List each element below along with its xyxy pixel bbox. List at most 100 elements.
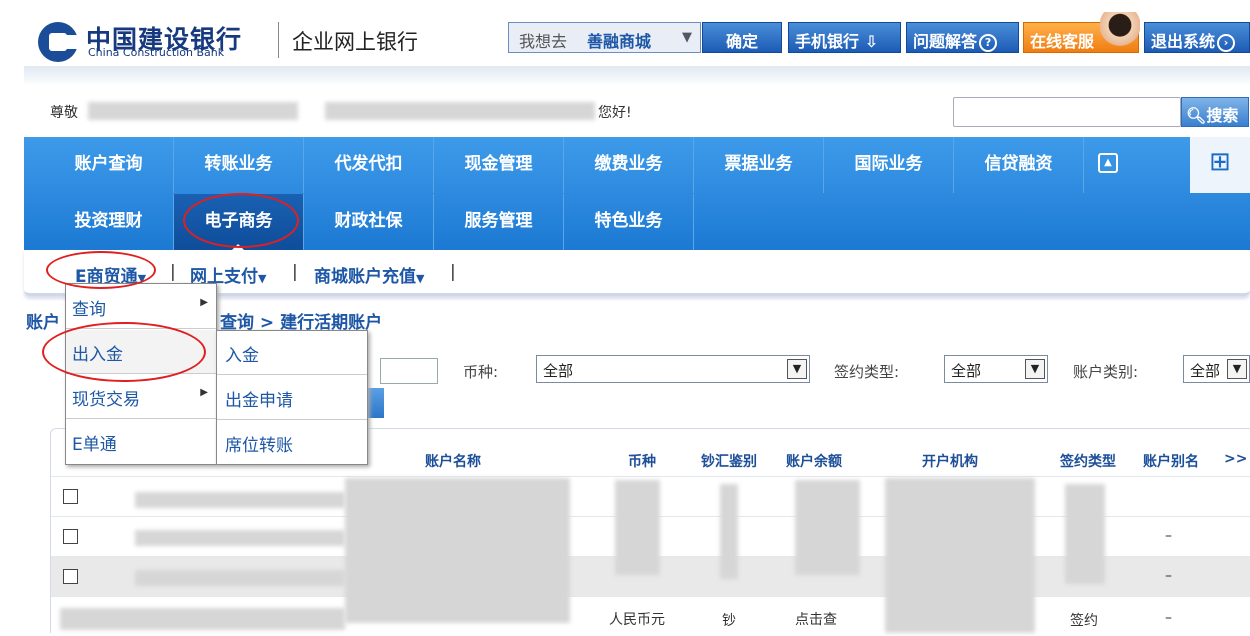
bank-name-en: China Construction Bank (88, 46, 225, 59)
mobile-banking-button[interactable]: 手机银行 ⇩ (788, 22, 901, 53)
currency-select[interactable]: 全部 ▼ (536, 355, 810, 383)
alias-cell: – (1165, 568, 1172, 584)
sign-type-select[interactable]: 全部 ▼ (944, 355, 1048, 383)
alias-cell: – (1165, 528, 1172, 544)
destination-prefix: 我想去 (519, 32, 568, 51)
annotation-ellipse (46, 251, 156, 289)
nav-bills[interactable]: 票据业务 (694, 137, 824, 193)
nav-finance-social[interactable]: 财政社保 (304, 194, 434, 250)
caret-right-icon: ▶ (200, 297, 208, 308)
redacted-text (135, 492, 345, 508)
nav-service-management[interactable]: 服务管理 (434, 194, 564, 250)
account-type-label: 账户类别: (1073, 363, 1139, 381)
col-account-name: 账户名称 (425, 454, 481, 470)
more-columns-icon[interactable]: >> (1224, 451, 1247, 467)
menu-item-withdraw-request[interactable]: 出金申请 (217, 376, 367, 420)
redacted-text (60, 608, 345, 630)
grid-menu-icon[interactable] (1190, 137, 1250, 193)
nav-payroll[interactable]: 代发代扣 (304, 137, 434, 193)
redacted-text (615, 480, 660, 575)
menu-item-e-bill-label: E单通 (72, 435, 117, 455)
greeting-suffix: 您好! (598, 105, 632, 121)
redacted-text (325, 102, 595, 120)
nav-international[interactable]: 国际业务 (824, 137, 954, 193)
menu-item-query-label: 查询 (72, 300, 106, 320)
chevron-down-icon: ▼ (1227, 359, 1247, 379)
faq-label: 问题解答 (913, 32, 978, 51)
redacted-text (345, 478, 570, 623)
currency-value: 全部 (543, 362, 574, 380)
subnav-mall-recharge[interactable]: 商城账户充值▼ (314, 262, 424, 287)
account-type-value: 全部 (1190, 362, 1221, 380)
col-currency: 币种 (628, 454, 656, 470)
faq-button[interactable]: 问题解答? (906, 22, 1019, 53)
nav-credit[interactable]: 信贷融资 (954, 137, 1084, 193)
chevron-down-icon: ▼ (1025, 359, 1045, 379)
query-button[interactable] (366, 388, 384, 418)
nav-bill-payment[interactable]: 缴费业务 (564, 137, 694, 193)
mobile-banking-label: 手机银行 (795, 32, 860, 51)
expand-nav-icon[interactable]: ▲ (1098, 153, 1118, 173)
redacted-text (135, 570, 345, 586)
annotation-ellipse (42, 322, 206, 382)
destination-select[interactable]: 我想去 善融商城 ▼ (508, 22, 701, 53)
search-icon: 🔍︎ (1186, 106, 1207, 125)
menu-item-spot-trade[interactable]: 现货交易 ▶ (66, 375, 216, 419)
exit-button[interactable]: 退出系统 › (1144, 22, 1250, 53)
redacted-text (135, 530, 345, 546)
redacted-text (88, 102, 298, 120)
currency-cell: 人民币元 (609, 612, 665, 628)
header-strip (24, 66, 1250, 86)
nav-account-query[interactable]: 账户查询 (44, 137, 174, 193)
search-button[interactable]: 🔍︎搜索 (1181, 97, 1249, 127)
redacted-text (885, 478, 1035, 633)
customer-service-label: 在线客服 (1030, 32, 1095, 51)
chevron-down-icon: ▼ (682, 30, 692, 45)
col-branch: 开户机构 (922, 454, 978, 470)
cash-type-cell: 钞 (722, 613, 736, 629)
ccb-logo-icon (38, 22, 80, 62)
breadcrumb-left: 账户 (26, 313, 60, 333)
caret-down-icon: ▼ (258, 272, 267, 285)
search-input[interactable] (953, 97, 1181, 127)
row-checkbox[interactable] (63, 569, 78, 584)
col-sign-type: 签约类型 (1060, 454, 1116, 470)
nav-transfer[interactable]: 转账业务 (174, 137, 304, 193)
product-title: 企业网上银行 (292, 30, 418, 54)
customer-service-avatar (1100, 12, 1140, 56)
destination-value: 善融商城 (587, 32, 652, 51)
col-cash-type: 钞汇鉴别 (701, 454, 757, 470)
account-filter-input[interactable] (380, 358, 438, 384)
download-icon: ⇩ (859, 32, 878, 51)
redacted-text (1065, 484, 1105, 584)
chevron-down-icon: ▼ (787, 359, 807, 379)
menu-item-seat-transfer[interactable]: 席位转账 (217, 421, 367, 465)
row-checkbox[interactable] (63, 489, 78, 504)
subnav-mall-recharge-label: 商城账户充值 (314, 267, 416, 287)
nav-special[interactable]: 特色业务 (564, 194, 694, 250)
greeting-prefix: 尊敬 (50, 105, 78, 121)
balance-link[interactable]: 点击查 (795, 609, 837, 629)
arrow-right-icon: › (1217, 33, 1236, 52)
sign-type-cell: 签约 (1070, 613, 1098, 629)
nav-cash-management[interactable]: 现金管理 (434, 137, 564, 193)
account-type-select[interactable]: 全部 ▼ (1183, 355, 1250, 383)
exit-label: 退出系统 (1151, 32, 1216, 51)
menu-item-e-bill[interactable]: E单通 (66, 420, 216, 464)
redacted-text (795, 480, 860, 575)
caret-right-icon: ▶ (200, 387, 208, 398)
search-button-label: 搜索 (1206, 106, 1239, 125)
col-balance: 账户余额 (786, 454, 842, 470)
redacted-text (720, 484, 738, 579)
greeting: 尊敬 (50, 102, 78, 122)
subnav-separator: | (292, 262, 298, 282)
row-checkbox[interactable] (63, 529, 78, 544)
nav-investment[interactable]: 投资理财 (44, 194, 174, 250)
header-divider (278, 22, 279, 58)
main-nav-row-1: 账户查询 转账业务 代发代扣 现金管理 缴费业务 票据业务 国际业务 信贷融资 (24, 137, 1250, 193)
subnav-separator: | (170, 262, 176, 282)
sign-type-label: 签约类型: (834, 363, 900, 381)
confirm-button[interactable]: 确定 (702, 22, 782, 53)
menu-item-deposit[interactable]: 入金 (217, 331, 367, 375)
col-alias: 账户别名 (1143, 454, 1199, 470)
